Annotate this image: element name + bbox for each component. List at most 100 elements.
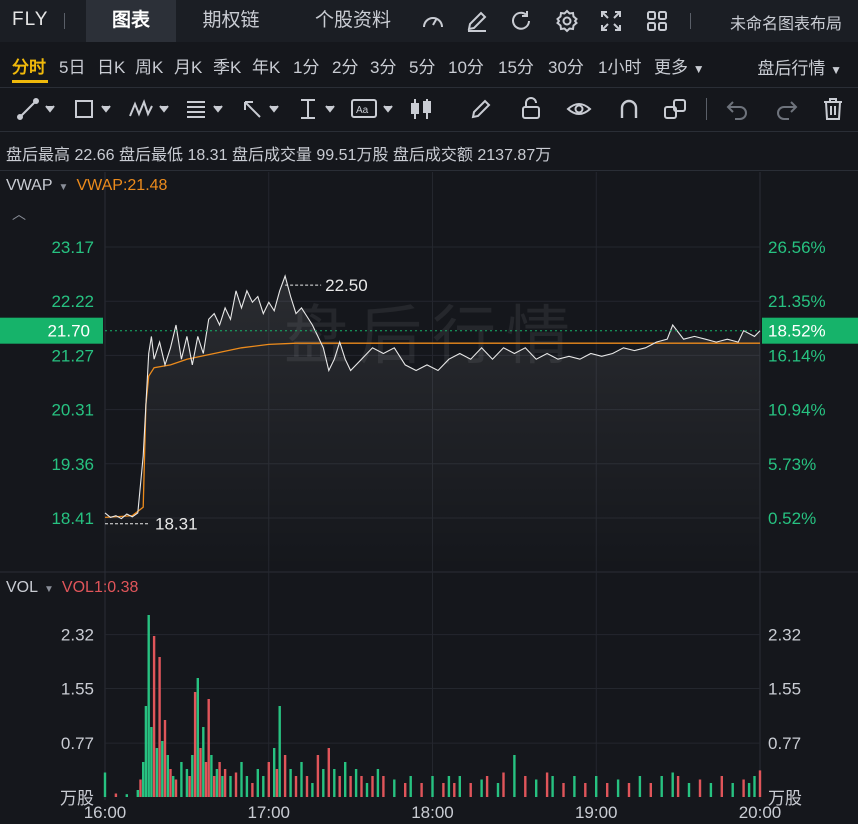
volume-bar xyxy=(125,794,128,797)
volume-bar xyxy=(731,783,734,797)
percent-tick-label: 0.52% xyxy=(768,509,816,528)
volume-bar xyxy=(191,755,194,797)
volume-bar xyxy=(720,776,723,797)
volume-bar xyxy=(698,779,702,797)
volume-bar xyxy=(333,769,336,797)
volume-bar xyxy=(289,769,292,797)
volume-bar xyxy=(166,755,169,797)
volume-bar xyxy=(193,692,197,797)
volume-bar xyxy=(502,772,505,797)
volume-indicator-header[interactable]: VOL ▼ VOL1:0.38 xyxy=(6,579,138,597)
volume-bar xyxy=(360,776,363,797)
percent-tick-label: 10.94% xyxy=(768,401,826,420)
volume-bar xyxy=(535,779,538,797)
volume-bar xyxy=(649,783,652,797)
volume-bar xyxy=(188,776,191,797)
volume-bar xyxy=(144,706,148,797)
volume-bar xyxy=(371,776,374,797)
volume-bar xyxy=(627,783,631,797)
volume-bar xyxy=(147,615,150,797)
volume-bar xyxy=(103,772,107,797)
time-tick-label: 19:00 xyxy=(575,803,618,822)
percent-tick-label: 5.73% xyxy=(768,455,816,474)
volume-bar xyxy=(573,776,576,797)
volume-bar xyxy=(180,762,183,797)
current-pct-value: 18.52% xyxy=(768,322,826,341)
volume-bar xyxy=(114,793,118,797)
volume-bar xyxy=(245,776,249,797)
time-tick-label: 16:00 xyxy=(84,803,127,822)
volume-bar xyxy=(150,727,153,797)
volume-bar xyxy=(551,776,554,797)
volume-bar xyxy=(595,776,598,797)
volume-bar xyxy=(273,748,276,797)
vwap-indicator-name: VWAP xyxy=(6,177,53,194)
volume-bar xyxy=(142,762,145,797)
volume-bar xyxy=(687,783,691,797)
percent-tick-label: 16.14% xyxy=(768,346,826,365)
volume-bar xyxy=(349,776,352,797)
vwap-indicator-value: VWAP:21.48 xyxy=(76,177,168,194)
volume-bar xyxy=(338,776,341,797)
volume-bar xyxy=(404,783,407,797)
vwap-indicator-header[interactable]: VWAP ▼ VWAP:21.48 xyxy=(6,177,167,195)
volume-tick-label: 1.55 xyxy=(61,680,94,699)
high-price-label: 22.50 xyxy=(325,276,368,295)
volume-bar xyxy=(496,783,500,797)
volume-bar xyxy=(136,790,139,797)
volume-bar xyxy=(155,748,159,797)
volume-bar xyxy=(365,783,369,797)
volume-bar xyxy=(158,657,161,797)
volume-bar xyxy=(294,776,298,797)
volume-bar xyxy=(409,776,412,797)
volume-bar xyxy=(480,779,483,797)
volume-bar xyxy=(300,762,303,797)
volume-bar xyxy=(431,776,434,797)
volume-tick-label: 2.32 xyxy=(61,626,94,645)
volume-tick-label: 0.77 xyxy=(61,734,94,753)
time-tick-label: 18:00 xyxy=(411,803,454,822)
volume-bar xyxy=(311,783,314,797)
volume-bar xyxy=(344,762,347,797)
volume-bar xyxy=(742,779,745,797)
volume-bar xyxy=(152,636,156,797)
volume-bar xyxy=(671,772,674,797)
volume-bar xyxy=(215,769,219,797)
volume-bar xyxy=(354,769,358,797)
volume-indicator-value: VOL1:0.38 xyxy=(61,579,139,596)
intraday-chart[interactable]: 盘后行情 23.17 26.56%22.22 21.35%21.27 16.14%20… xyxy=(0,0,858,824)
volume-bar xyxy=(221,776,224,797)
volume-bar xyxy=(199,748,202,797)
volume-bar xyxy=(262,776,265,797)
time-tick-label: 20:00 xyxy=(739,803,782,822)
volume-bar xyxy=(234,772,238,797)
volume-bar xyxy=(524,776,527,797)
low-price-label: 18.31 xyxy=(155,515,198,534)
price-tick-label: 22.22 xyxy=(51,292,94,311)
volume-bar xyxy=(229,776,232,797)
volume-bar xyxy=(267,762,270,797)
volume-bar xyxy=(513,755,516,797)
chevron-down-icon: ▼ xyxy=(58,182,69,193)
volume-bar xyxy=(305,776,309,797)
volume-bar xyxy=(469,783,472,797)
volume-bar xyxy=(382,776,385,797)
volume-bar xyxy=(256,769,259,797)
volume-bar xyxy=(275,769,279,797)
volume-bar xyxy=(442,783,445,797)
volume-bar xyxy=(278,706,281,797)
volume-bar xyxy=(207,699,210,797)
time-tick-label: 17:00 xyxy=(247,803,290,822)
current-price-value: 21.70 xyxy=(47,322,90,341)
volume-bar xyxy=(453,783,456,797)
volume-bar xyxy=(420,783,423,797)
volume-bar xyxy=(447,776,451,797)
volume-indicator-name: VOL xyxy=(6,579,39,596)
collapse-chevron-icon[interactable]: ︿ xyxy=(12,204,26,224)
volume-bar xyxy=(169,769,172,797)
volume-bar xyxy=(163,720,167,797)
price-tick-label: 18.41 xyxy=(51,509,94,528)
volume-bar xyxy=(174,779,178,797)
volume-bar xyxy=(213,776,216,797)
volume-bar xyxy=(240,762,243,797)
